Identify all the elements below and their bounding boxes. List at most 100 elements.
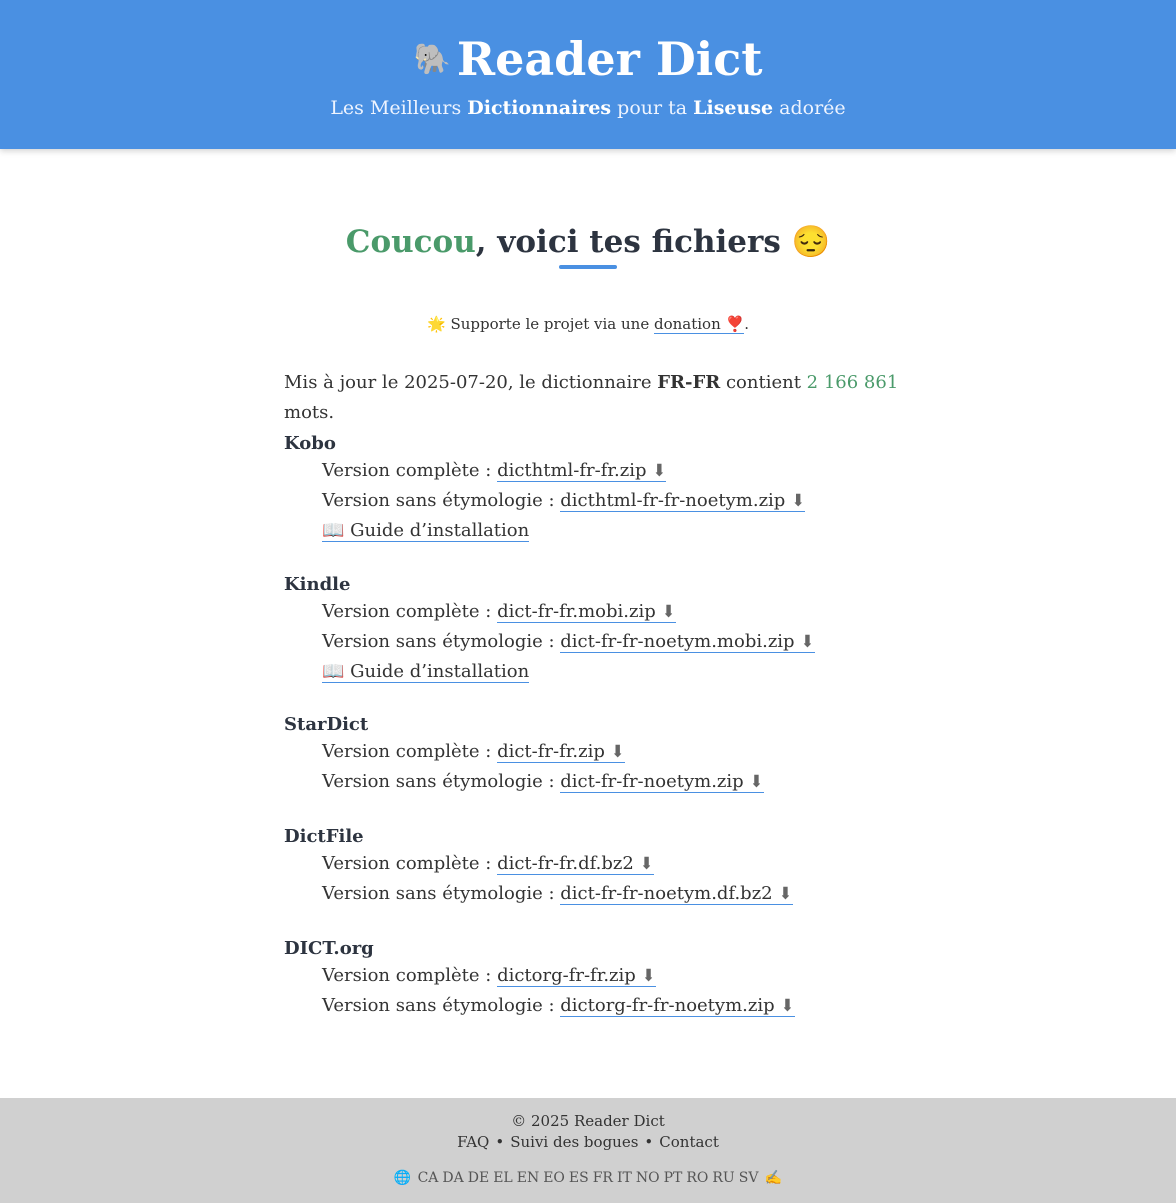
locale-code: FR-FR	[657, 372, 721, 393]
file-name: dict-fr-fr.mobi.zip	[497, 601, 662, 622]
full-version-row: Version complète : dicthtml-fr-fr.zip ⬇	[284, 456, 924, 486]
writing-hand-icon: ✍️	[764, 1170, 783, 1186]
lang-el[interactable]: EL	[493, 1170, 513, 1186]
row-label: Version complète :	[322, 460, 498, 481]
lang-ca[interactable]: CA	[418, 1170, 439, 1186]
download-link-full[interactable]: dict-fr-fr.mobi.zip ⬇	[497, 601, 676, 623]
support-end: .	[744, 315, 749, 333]
file-name: dict-fr-fr-noetym.mobi.zip	[560, 631, 801, 652]
download-link-noetym[interactable]: dict-fr-fr-noetym.df.bz2 ⬇	[560, 883, 793, 905]
lang-da[interactable]: DA	[442, 1170, 463, 1186]
full-version-row: Version complète : dictorg-fr-fr.zip ⬇	[284, 961, 924, 991]
file-name: dicthtml-fr-fr.zip	[497, 460, 653, 481]
installation-guide-link[interactable]: 📖 Guide d’installation	[322, 661, 530, 683]
full-version-row: Version complète : dict-fr-fr.df.bz2 ⬇	[284, 849, 924, 879]
greeting: Coucou	[345, 224, 476, 260]
file-name: dict-fr-fr.df.bz2	[497, 853, 640, 874]
full-version-row: Version complète : dict-fr-fr.zip ⬇	[284, 737, 924, 767]
lang-de[interactable]: DE	[468, 1170, 489, 1186]
platform-dictfile: DictFile Version complète : dict-fr-fr.d…	[284, 825, 924, 909]
download-link-full[interactable]: dict-fr-fr.zip ⬇	[497, 741, 625, 763]
download-link-noetym[interactable]: dict-fr-fr-noetym.zip ⬇	[560, 771, 764, 793]
lang-ro[interactable]: RO	[686, 1170, 708, 1186]
row-label: Version sans étymologie :	[322, 771, 561, 792]
contact-link[interactable]: Contact	[659, 1133, 719, 1151]
bug-tracker-link[interactable]: Suivi des bogues	[510, 1133, 638, 1151]
stats-text: , le dictionnaire	[507, 372, 658, 393]
file-name: dictorg-fr-fr.zip	[497, 965, 642, 986]
lang-fr[interactable]: FR	[593, 1170, 613, 1186]
download-icon: ⬇	[610, 742, 625, 762]
download-icon: ⬇	[780, 996, 795, 1016]
lang-no[interactable]: NO	[636, 1170, 660, 1186]
lang-eo[interactable]: EO	[543, 1170, 565, 1186]
footer-separator: •	[644, 1133, 654, 1151]
download-icon: ⬇	[641, 966, 656, 986]
download-icon: ⬇	[661, 602, 676, 622]
platform-name: StarDict	[284, 714, 369, 735]
site-title-text: Reader Dict	[456, 32, 763, 86]
title-underline	[559, 265, 617, 269]
row-label: Version sans étymologie :	[322, 490, 561, 511]
guide-text: Guide d’installation	[344, 520, 530, 541]
dictionary-stats: Mis à jour le 2025-07-20, le dictionnair…	[284, 368, 924, 428]
download-icon: ⬇	[639, 854, 654, 874]
guide-row: 📖 Guide d’installation	[284, 516, 924, 545]
donation-link[interactable]: donation ❣️	[654, 315, 745, 334]
tagline: Les Meilleurs Dictionnaires pour ta Lise…	[0, 94, 1176, 122]
download-icon: ⬇	[800, 632, 815, 652]
download-link-full[interactable]: dict-fr-fr.df.bz2 ⬇	[497, 853, 654, 875]
guide-text: Guide d’installation	[344, 661, 530, 682]
download-icon: ⬇	[749, 772, 764, 792]
globe-icon: 🌐	[393, 1170, 412, 1186]
download-link-noetym[interactable]: dictorg-fr-fr-noetym.zip ⬇	[560, 995, 795, 1017]
tagline-reader: Liseuse	[693, 97, 774, 119]
row-label: Version sans étymologie :	[322, 995, 561, 1016]
row-label: Version complète :	[322, 853, 498, 874]
language-switcher: 🌐 CA DA DE EL EN EO ES FR IT NO PT RO RU SV ✍️	[0, 1168, 1176, 1188]
download-link-full[interactable]: dicthtml-fr-fr.zip ⬇	[497, 460, 667, 482]
lang-pt[interactable]: PT	[664, 1170, 683, 1186]
download-link-noetym[interactable]: dict-fr-fr-noetym.mobi.zip ⬇	[560, 631, 815, 653]
noetym-version-row: Version sans étymologie : dict-fr-fr-noe…	[284, 767, 924, 797]
download-icon: ⬇	[778, 884, 793, 904]
row-label: Version complète :	[322, 965, 498, 986]
tagline-part: adorée	[773, 97, 846, 119]
lang-es[interactable]: ES	[569, 1170, 589, 1186]
star-icon: 🌟	[427, 315, 446, 333]
title-text: , voici tes fichiers	[475, 224, 792, 260]
stats-text: mots.	[284, 402, 335, 423]
file-name: dict-fr-fr-noetym.zip	[560, 771, 750, 792]
download-link-noetym[interactable]: dicthtml-fr-fr-noetym.zip ⬇	[560, 490, 806, 512]
word-count: 2 166 861	[806, 372, 899, 393]
copyright: © 2025 Reader Dict	[511, 1112, 665, 1130]
noetym-version-row: Version sans étymologie : dict-fr-fr-noe…	[284, 627, 924, 657]
lang-sv[interactable]: SV	[739, 1170, 759, 1186]
lang-ru[interactable]: RU	[712, 1170, 734, 1186]
lang-en[interactable]: EN	[517, 1170, 539, 1186]
installation-guide-link[interactable]: 📖 Guide d’installation	[322, 520, 530, 542]
platform-kobo: Kobo Version complète : dicthtml-fr-fr.z…	[284, 432, 924, 545]
noetym-version-row: Version sans étymologie : dicthtml-fr-fr…	[284, 486, 924, 516]
stats-text: Mis à jour le	[284, 372, 405, 393]
sleepy-face-icon: 😔	[791, 224, 831, 260]
noetym-version-row: Version sans étymologie : dictorg-fr-fr-…	[284, 991, 924, 1021]
faq-link[interactable]: FAQ	[457, 1133, 489, 1151]
donation-link-text: donation	[654, 315, 726, 333]
row-label: Version complète :	[322, 601, 498, 622]
platform-kindle: Kindle Version complète : dict-fr-fr.mob…	[284, 573, 924, 686]
book-icon: 📖	[322, 520, 345, 541]
row-label: Version complète :	[322, 741, 498, 762]
row-label: Version sans étymologie :	[322, 631, 561, 652]
guide-row: 📖 Guide d’installation	[284, 657, 924, 686]
download-link-full[interactable]: dictorg-fr-fr.zip ⬇	[497, 965, 656, 987]
platform-name: DictFile	[284, 826, 364, 847]
site-title[interactable]: 🐘 Reader Dict	[0, 30, 1176, 89]
file-name: dict-fr-fr.zip	[497, 741, 611, 762]
platform-name: Kindle	[284, 574, 351, 595]
lang-it[interactable]: IT	[617, 1170, 632, 1186]
file-name: dict-fr-fr-noetym.df.bz2	[560, 883, 779, 904]
footer-separator: •	[495, 1133, 505, 1151]
stats-text: contient	[720, 372, 807, 393]
book-icon: 📖	[322, 661, 345, 682]
